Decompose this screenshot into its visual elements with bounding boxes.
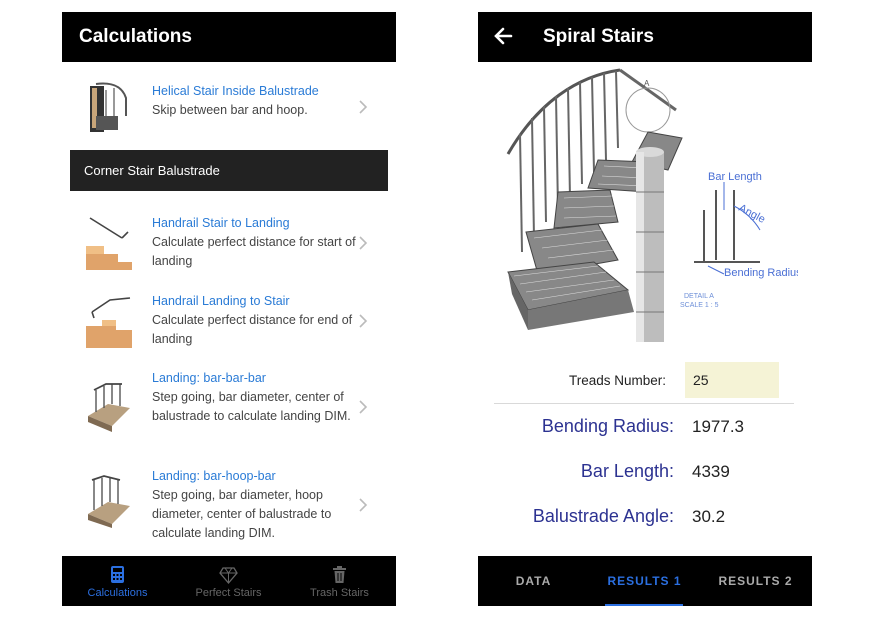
page-title: Spiral Stairs [543,26,654,47]
list-item-description: Calculate perfect distance for start of … [152,235,356,268]
landing-to-stair-thumbnail [86,297,132,348]
tab-label: Perfect Stairs [195,587,262,599]
section-header-corner-stair: Corner Stair Balustrade [70,150,388,191]
helical-stair-thumbnail [90,82,127,132]
back-arrow-icon[interactable] [492,24,514,48]
list-item-title: Handrail Stair to Landing [152,216,290,230]
spiral-stairs-screen: Spiral Stairs A Bar Length Angle Bending… [478,12,812,606]
chevron-right-icon [359,100,368,114]
tab-calculations[interactable]: Calculations [62,556,173,606]
chevron-right-icon [359,314,368,328]
tab-perfect-stairs[interactable]: Perfect Stairs [173,556,284,606]
page-title: Calculations [79,26,192,47]
tab-trash-stairs[interactable]: Trash Stairs [284,556,395,606]
tab-results-2[interactable]: RESULTS 2 [700,556,811,606]
chevron-right-icon [359,236,368,250]
balustrade-angle-label: Balustrade Angle: [532,506,674,526]
list-item-handrail-landing-to-stair[interactable]: Handrail Landing to Stair Calculate perf… [62,282,396,360]
list-item-landing-bar-bar-bar[interactable]: Landing: bar-bar-bar Step going, bar dia… [62,360,396,458]
active-tab-indicator [605,604,683,606]
list-item-title: Landing: bar-hoop-bar [152,469,276,483]
list-item-helical-stair[interactable]: Helical Stair Inside Balustrade Skip bet… [62,70,396,140]
calculations-header: Calculations [62,12,396,62]
calculator-icon [111,566,124,583]
stair-to-landing-thumbnail [86,217,132,270]
trash-icon [333,566,346,583]
list-item-title: Helical Stair Inside Balustrade [152,84,319,98]
bottom-tab-bar: Calculations Perfect Stairs Trash Stairs [62,556,396,606]
bending-radius-diagram-label: Bending Radius [724,267,798,279]
treads-number-input[interactable]: 25 [685,362,779,398]
list-item-title: Landing: bar-bar-bar [152,371,266,385]
tab-label: Trash Stairs [310,587,369,599]
angle-label: Angle [737,202,767,226]
landing-bar-hoop-bar-thumbnail [88,475,130,528]
list-item-description: Calculate perfect distance for end of la… [152,313,353,346]
bar-length-result-label: Bar Length: [580,461,674,481]
bar-length-label: Bar Length [708,171,762,183]
chevron-right-icon [359,498,368,512]
landing-bar-bar-bar-thumbnail [88,383,130,432]
bending-radius-value: 1977.3 [692,417,744,436]
treads-number-label: Treads Number: [569,373,667,388]
callout-a-label: A [644,79,650,88]
spiral-stairs-header: Spiral Stairs [478,12,812,62]
diamond-icon [219,567,238,584]
list-item-description: Step going, bar diameter, hoop diameter,… [152,488,332,540]
list-item-title: Handrail Landing to Stair [152,294,290,308]
scale-label: SCALE 1 : 5 [680,302,719,309]
list-item-handrail-stair-to-landing[interactable]: Handrail Stair to Landing Calculate perf… [62,204,396,282]
tab-data[interactable]: DATA [478,556,589,606]
tab-results-1[interactable]: RESULTS 1 [589,556,700,606]
divider [494,403,794,404]
list-item-description: Step going, bar diameter, center of balu… [152,390,351,423]
bar-length-value: 4339 [692,462,730,481]
list-item-landing-bar-hoop-bar[interactable]: Landing: bar-hoop-bar Step going, bar di… [62,458,396,556]
balustrade-angle-value: 30.2 [692,507,726,526]
tab-label: Calculations [87,587,148,599]
list-item-description: Skip between bar and hoop. [152,103,308,117]
detail-label: DETAIL A [684,293,714,300]
results-segment-bar: DATA RESULTS 1 RESULTS 2 [478,556,812,606]
chevron-right-icon [359,400,368,414]
bending-radius-label: Bending Radius: [541,416,674,436]
calculations-screen: Calculations Helical Stair Inside Balust… [62,12,396,606]
spiral-stair-diagram: A Bar Length Angle Bending Radius DETAIL… [506,68,798,342]
